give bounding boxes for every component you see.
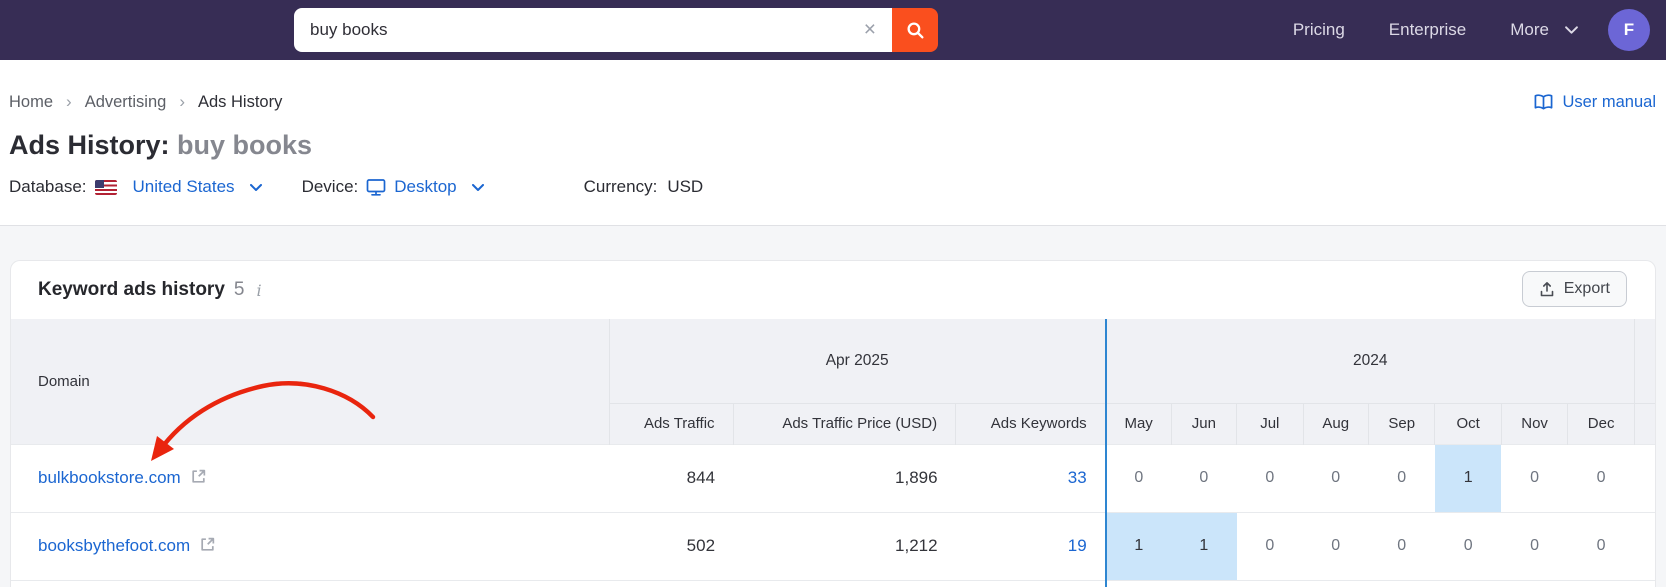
device-value: Desktop [394,177,457,196]
domain-link[interactable]: bulkbookstore.com [38,468,181,487]
month-cell: 0 [1368,443,1435,512]
user-manual-link[interactable]: User manual [1533,93,1656,112]
top-nav: Pricing Enterprise More F [1293,0,1650,60]
ads-traffic-price-value: 1,212 [733,511,956,580]
chevron-down-icon [1565,26,1578,34]
table-row: bulkbookstore.com 844 1,896 33 0 0 0 0 0… [11,443,1655,512]
breadcrumb-advertising[interactable]: Advertising [85,93,167,112]
user-manual-label: User manual [1562,92,1656,111]
avatar[interactable]: F [1608,9,1650,51]
column-header-ads-traffic-price: Ads Traffic Price (USD) [732,403,956,444]
nav-more[interactable]: More [1510,20,1578,40]
device-label: Device: [301,177,359,196]
result-count: 5 [233,279,245,300]
month-cell: 0 [1236,443,1304,512]
us-flag-icon [94,179,117,195]
column-header-month: Dec [1567,403,1635,444]
breadcrumb: Home › Advertising › Ads History [9,92,282,112]
ads-history-table: Domain Apr 2025 2024 Ads Traffic Ads Tra… [11,319,1655,587]
column-header-month: Ja [1633,403,1655,444]
book-icon [1535,93,1553,110]
top-bar: × Pricing Enterprise More F [0,0,1666,60]
table-row: booksbythefoot.com 502 1,212 19 1 1 0 0 … [11,511,1655,580]
month-cell: 0 [1434,511,1502,580]
nav-pricing[interactable]: Pricing [1293,20,1345,40]
search-input[interactable] [294,8,892,52]
column-header-domain: Domain [11,319,610,444]
month-cell: 0 [1567,511,1635,580]
export-label: Export [1563,280,1610,297]
group-header-apr-2025: Apr 2025 [608,319,1106,404]
month-cell: 0 [1303,443,1369,512]
month-cell: 1 [1171,511,1237,580]
card-title: Keyword ads history [38,279,225,300]
column-header-ads-traffic: Ads Traffic [608,403,734,444]
database-value: United States [132,177,235,196]
breadcrumb-separator: › [179,92,185,111]
month-cell: 0 [1104,443,1172,512]
database-select[interactable]: United States [94,177,262,197]
currency-value: USD [667,177,704,196]
search-button[interactable] [892,8,938,52]
month-cell: 0 [1634,443,1655,512]
info-icon[interactable]: i [256,281,261,300]
search-bar: × [294,8,938,52]
ads-keywords-link[interactable]: 33 [1068,468,1087,487]
desktop-icon [366,179,386,196]
breadcrumb-home[interactable]: Home [9,93,53,112]
column-header-month: Jul [1236,403,1304,444]
search-icon [906,21,924,39]
column-header-month: Jun [1170,403,1237,444]
nav-more-label: More [1510,20,1549,39]
ads-traffic-value: 844 [609,443,734,512]
chevron-down-icon [249,183,262,191]
external-link-icon[interactable] [199,536,216,553]
clear-search-icon[interactable]: × [864,8,876,52]
domain-link[interactable]: booksbythefoot.com [38,536,190,555]
filters-bar: Database: United States Device: Desktop … [9,174,1666,200]
column-header-month: May [1104,403,1172,444]
ads-traffic-value: 502 [609,511,734,580]
nav-enterprise[interactable]: Enterprise [1389,20,1466,40]
chevron-down-icon [471,183,484,191]
page-title-prefix: Ads History: [9,130,170,160]
export-icon [1540,281,1554,296]
month-cell: 0 [1303,511,1369,580]
ads-traffic-price-value: 1,896 [733,443,956,512]
keyword-ads-history-card: Keyword ads history 5 i Export Domain Ap… [10,260,1656,587]
month-cell: 0 [1501,511,1568,580]
group-header-next [1633,319,1655,404]
breadcrumb-current: Ads History [197,92,283,111]
export-button[interactable]: Export [1521,271,1627,307]
page-title: Ads History: buy books [9,128,1666,162]
month-cell: 0 [1368,511,1435,580]
month-cell: 1 [1434,443,1502,512]
table-row-partial [11,579,1655,587]
column-header-month: Sep [1367,403,1435,444]
breadcrumb-separator: › [66,92,72,111]
month-cell: 0 [1171,443,1237,512]
column-header-month: Nov [1500,403,1568,444]
external-link-icon[interactable] [190,468,207,485]
currency-label: Currency: [583,177,658,196]
column-header-ads-keywords: Ads Keywords [955,403,1106,444]
month-cell: 0 [1567,443,1635,512]
group-header-2024: 2024 [1104,319,1635,404]
database-label: Database: [9,177,87,196]
column-header-month: Oct [1434,403,1502,444]
ads-keywords-link[interactable]: 19 [1068,536,1087,555]
month-cell: 0 [1501,443,1568,512]
device-select[interactable]: Desktop [366,177,484,197]
page-title-keyword: buy books [177,130,313,160]
month-cell: 0 [1236,511,1304,580]
month-cell: 0 [1634,511,1655,580]
column-header-month: Aug [1302,403,1369,444]
month-cell: 1 [1104,511,1172,580]
